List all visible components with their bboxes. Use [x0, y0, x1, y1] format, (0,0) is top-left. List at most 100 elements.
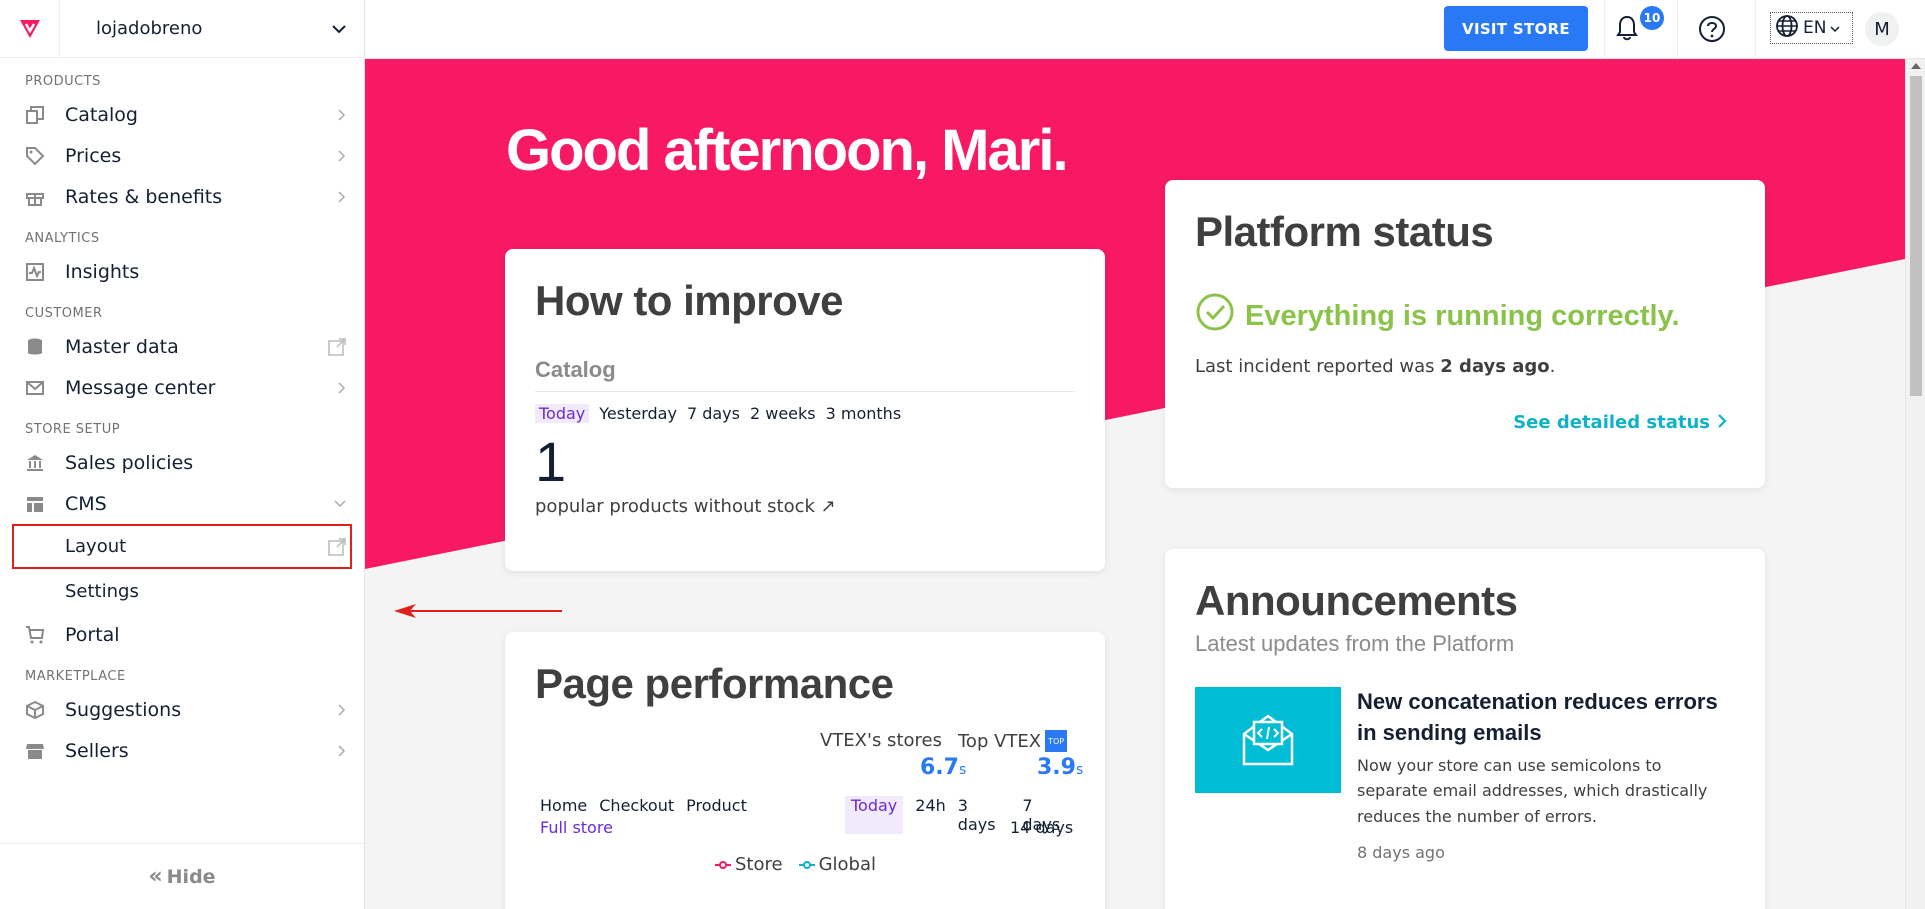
external-link-icon	[328, 337, 346, 356]
sidebar-item-insights[interactable]: Insights	[0, 251, 364, 292]
sidebar-item-sellers[interactable]: Sellers	[0, 730, 364, 771]
announcement-text: New concatenation reduces errors in send…	[1357, 687, 1735, 862]
chevron-down-icon[interactable]	[314, 24, 364, 34]
external-link-icon	[328, 537, 346, 556]
sidebar-item-cms[interactable]: CMS	[0, 483, 364, 524]
sidebar-item-settings[interactable]: Settings	[0, 569, 364, 614]
sidebar-item-portal[interactable]: Portal	[0, 614, 364, 655]
period-tab-3-months[interactable]: 3 months	[826, 404, 902, 423]
page-performance-card: Page performance VTEX's stores 6.7s Top …	[505, 632, 1105, 909]
page-tab-full-store[interactable]: Full store	[540, 818, 613, 837]
sidebar-item-catalog[interactable]: Catalog	[0, 94, 364, 135]
mail-icon	[25, 378, 65, 398]
range-tab-24h[interactable]: 24h	[915, 796, 946, 834]
legend-label: Store	[735, 854, 783, 875]
range-tab-3-days[interactable]: 3 days	[958, 796, 1011, 834]
sidebar-item-label: Layout	[65, 536, 127, 557]
hide-label: Hide	[166, 865, 216, 888]
sidebar-item-prices[interactable]: Prices	[0, 135, 364, 176]
vtex-logo-icon[interactable]	[0, 0, 60, 58]
status-ok: Everything is running correctly.	[1195, 292, 1735, 340]
store-switcher[interactable]: lojadobreno	[0, 0, 364, 58]
announcement-title[interactable]: New concatenation reduces errors in send…	[1357, 687, 1735, 749]
range-tab-today[interactable]: Today	[845, 796, 904, 834]
chevron-right-icon	[338, 149, 346, 162]
page-tab-product[interactable]: Product	[686, 796, 747, 815]
range-tab-14-days[interactable]: 14 days	[1010, 818, 1073, 837]
sidebar-item-layout[interactable]: Layout	[12, 524, 352, 569]
status-message: Everything is running correctly.	[1245, 299, 1680, 332]
performance-metrics: VTEX's stores 6.7s Top VTEX TOP 3.9s Home…	[535, 708, 1083, 875]
sidebar-item-master-data[interactable]: Master data	[0, 326, 364, 367]
period-tab-yesterday[interactable]: Yesterday	[599, 404, 677, 423]
scroll-up-icon[interactable]	[1911, 63, 1921, 69]
improve-card: How to improve Catalog Today Yesterday 7…	[505, 249, 1105, 571]
annotation-arrow-icon	[394, 604, 562, 618]
insights-icon	[25, 262, 65, 282]
link-label: See detailed status	[1513, 412, 1710, 433]
sidebar-item-label: Suggestions	[65, 698, 182, 721]
period-tab-7-days[interactable]: 7 days	[687, 404, 740, 423]
avatar[interactable]: M	[1865, 12, 1899, 46]
divider	[1604, 0, 1605, 58]
chevron-right-icon	[338, 703, 346, 716]
top-vtex-value: 3.9s	[1037, 755, 1083, 780]
section-analytics: ANALYTICS	[25, 230, 100, 246]
language-label: EN	[1803, 18, 1827, 38]
metric-value: 1	[535, 430, 567, 493]
greeting: Good afternoon, Mari.	[506, 117, 1069, 184]
chevron-down-icon	[334, 499, 346, 508]
popular-products-link[interactable]: popular products without stock ↗	[535, 496, 1075, 517]
sidebar-item-label: Rates & benefits	[65, 185, 223, 208]
chevron-down-icon	[1830, 18, 1840, 38]
sidebar-item-suggestions[interactable]: Suggestions	[0, 689, 364, 730]
sidebar-item-sales-policies[interactable]: Sales policies	[0, 442, 364, 483]
bell-icon[interactable]	[1615, 14, 1639, 46]
period-tab-today[interactable]: Today	[535, 404, 590, 423]
sidebar-item-label: Sellers	[65, 739, 129, 762]
chevron-right-icon	[338, 190, 346, 203]
platform-status-card: Platform status Everything is running co…	[1165, 180, 1765, 488]
section-marketplace: MARKETPLACE	[25, 668, 126, 684]
card-title: Page performance	[535, 660, 894, 707]
visit-store-button[interactable]: VISIT STORE	[1444, 6, 1588, 51]
language-selector[interactable]: EN	[1770, 12, 1853, 44]
card-title: Announcements	[1195, 577, 1518, 624]
topbar: VISIT STORE 10 EN M	[365, 0, 1925, 59]
bank-icon	[25, 453, 65, 473]
sidebar-item-rates[interactable]: Rates & benefits	[0, 176, 364, 217]
announcements-card: Announcements Latest updates from the Pl…	[1165, 549, 1765, 909]
vertical-scrollbar[interactable]	[1905, 59, 1925, 909]
store-icon	[25, 741, 65, 761]
sidebar-item-message-center[interactable]: Message center	[0, 367, 364, 408]
hide-sidebar-button[interactable]: « Hide	[0, 843, 364, 909]
gift-icon	[25, 187, 65, 207]
top-badge-icon: TOP	[1045, 730, 1068, 752]
vtex-stores-value: 6.7s	[920, 755, 966, 780]
double-chevron-left-icon: «	[148, 864, 163, 889]
legend-label: Global	[818, 854, 876, 875]
incident-text: Last incident reported was 2 days ago.	[1195, 356, 1735, 377]
sidebar-item-label: Catalog	[65, 103, 138, 126]
incident-prefix: Last incident reported was	[1195, 356, 1441, 377]
scrollbar-thumb[interactable]	[1910, 76, 1922, 396]
period-tab-2-weeks[interactable]: 2 weeks	[750, 404, 816, 423]
legend-global-marker-icon	[798, 860, 815, 869]
see-detailed-status-link[interactable]: See detailed status	[1513, 412, 1727, 433]
sidebar-nav: PRODUCTS Catalog Prices Rates & benefits…	[0, 58, 364, 771]
database-icon	[25, 337, 65, 357]
sidebar-item-label: Sales policies	[65, 451, 194, 474]
email-code-icon	[1195, 687, 1341, 793]
announcement-item[interactable]: New concatenation reduces errors in send…	[1195, 687, 1735, 862]
help-icon[interactable]	[1698, 15, 1726, 47]
unit: s	[958, 762, 967, 778]
announcement-date: 8 days ago	[1357, 843, 1445, 863]
sidebar: lojadobreno PRODUCTS Catalog Prices Rate…	[0, 0, 365, 909]
cart-icon	[25, 625, 65, 645]
unit: s	[1075, 762, 1084, 778]
page-tab-checkout[interactable]: Checkout	[599, 796, 674, 815]
sidebar-item-label: CMS	[65, 492, 107, 515]
page-tab-home[interactable]: Home	[540, 796, 587, 815]
greeting-name: Mari	[941, 118, 1054, 183]
layout-icon	[25, 494, 65, 514]
